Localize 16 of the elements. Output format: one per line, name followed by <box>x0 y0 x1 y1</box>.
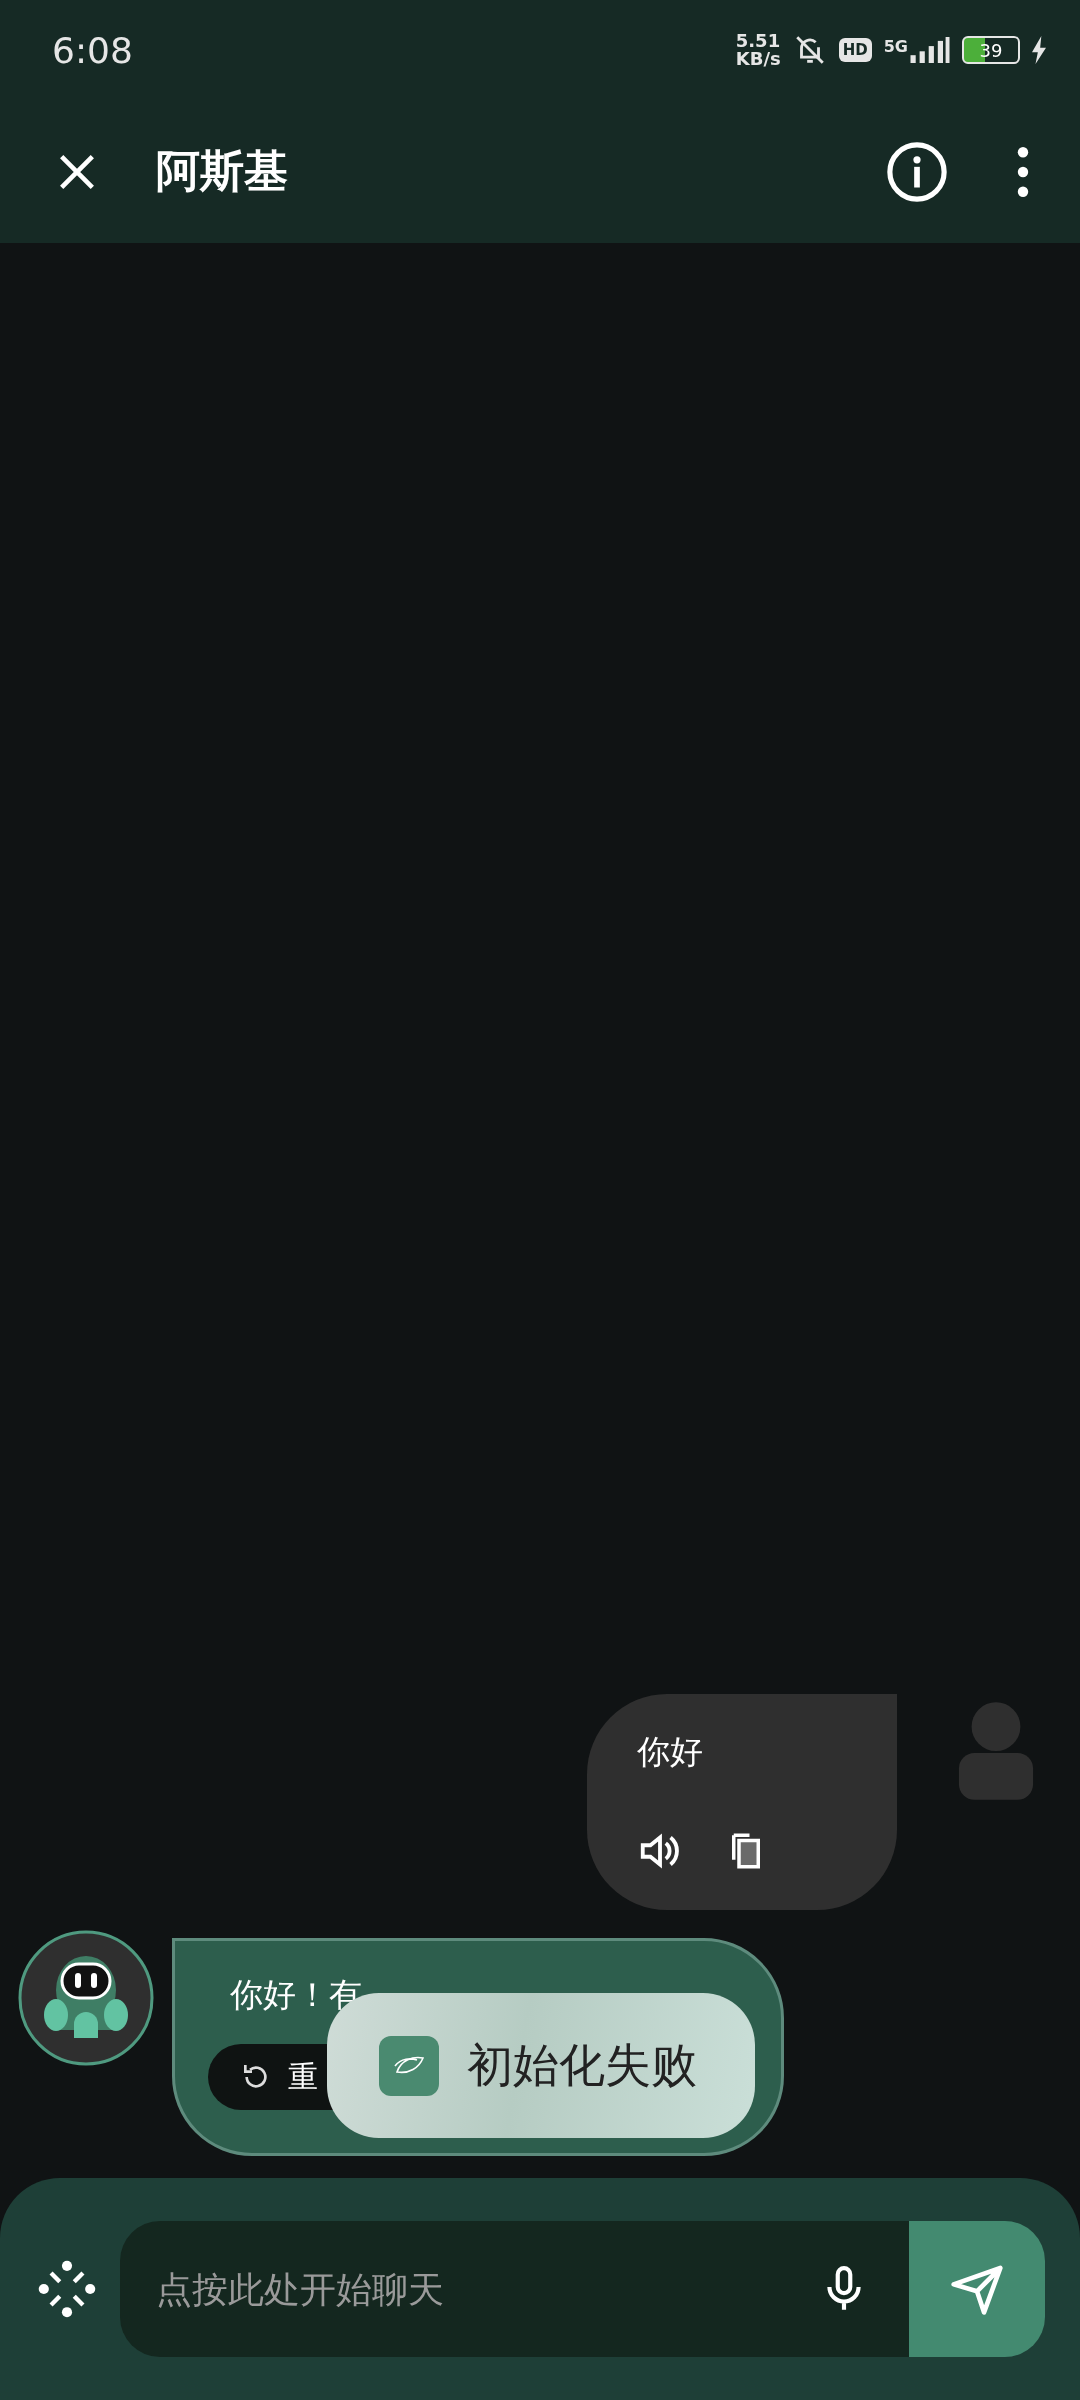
clock-time: 6:08 <box>52 29 133 71</box>
charging-icon <box>1032 36 1046 64</box>
sparkle-icon[interactable] <box>38 2260 96 2318</box>
message-input[interactable]: 点按此处开始聊天 <box>154 2267 819 2311</box>
leaf-app-icon <box>379 2035 439 2096</box>
chat-title: 阿斯基 <box>156 144 288 198</box>
hd-badge: HD <box>838 38 872 62</box>
user-avatar-icon <box>957 1702 1035 1800</box>
message-text: 你好 <box>637 1731 704 1773</box>
network-speed: 5.51 KB/s <box>735 32 781 68</box>
network-type: 5G <box>883 37 908 56</box>
more-icon[interactable] <box>1016 146 1030 197</box>
message-field[interactable]: 点按此处开始聊天 <box>120 2221 909 2357</box>
signal-icon <box>910 37 950 63</box>
info-icon[interactable] <box>886 140 948 203</box>
send-button[interactable] <box>909 2221 1045 2357</box>
